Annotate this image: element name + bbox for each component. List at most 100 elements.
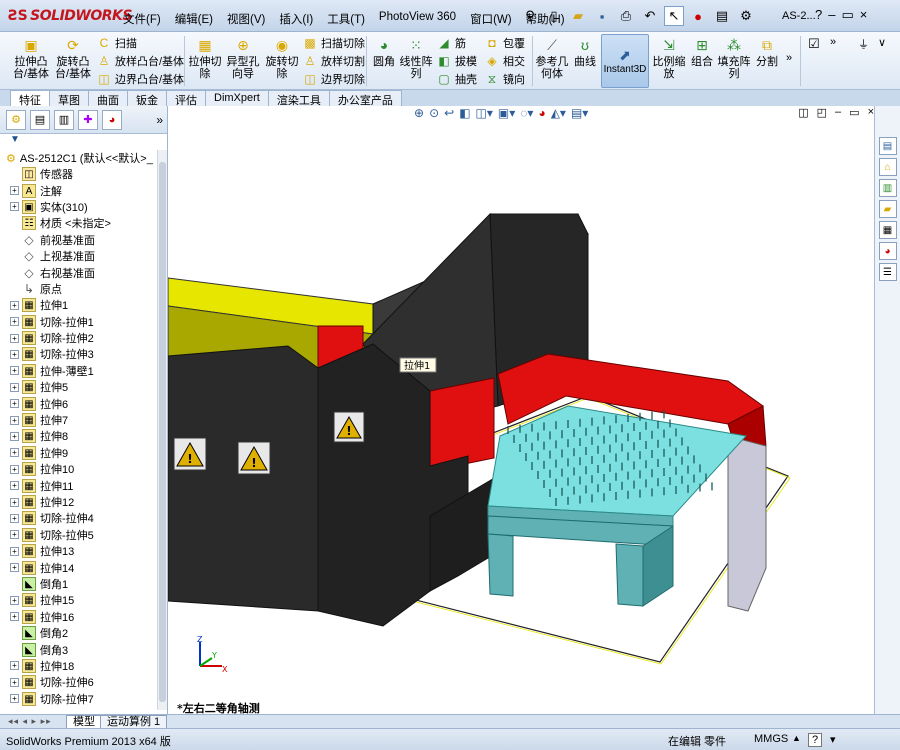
solidworks-logo[interactable]: ƧS SOLIDWORKS <box>8 8 132 24</box>
expand-toggle-icon[interactable]: + <box>10 497 19 507</box>
tree-node[interactable]: + ▦ 拉伸8 <box>0 428 158 444</box>
tree-node[interactable]: ◇ 上视基准面 <box>0 248 158 264</box>
save-icon[interactable]: ▪ <box>592 6 612 26</box>
revolve-cut-button[interactable]: ◉ 旋转切 除 <box>263 36 301 80</box>
tree-node[interactable]: + ▦ 切除-拉伸1 <box>0 314 158 330</box>
filter-funnel-icon[interactable]: ⏚ <box>858 36 869 52</box>
linear-pattern-button[interactable]: ⁙ 线性阵 列 <box>398 36 434 80</box>
pin-icon[interactable]: ⚲ <box>520 6 540 26</box>
new-document-icon[interactable]: ▯ <box>544 6 564 26</box>
fill-pattern-button[interactable]: ⁂ 填充阵 列 <box>716 36 752 80</box>
expand-toggle-icon[interactable]: + <box>10 186 19 196</box>
more-commands-icon[interactable]: » <box>786 52 792 64</box>
expand-toggle-icon[interactable]: + <box>10 382 19 392</box>
menu-view[interactable]: 视图(V) <box>220 9 272 29</box>
menu-edit[interactable]: 编辑(E) <box>168 9 220 29</box>
3d-model[interactable]: ! ! ! 拉伸1 <box>168 106 874 714</box>
menu-tools[interactable]: 工具(T) <box>320 9 372 29</box>
expand-toggle-icon[interactable]: + <box>10 317 19 327</box>
tree-scrollbar[interactable] <box>157 150 167 710</box>
intersect-button[interactable]: ◈ 相交 <box>484 52 525 70</box>
revolve-boss-button[interactable]: ⟳ 旋转凸 台/基体 <box>52 36 94 80</box>
expand-toggle-icon[interactable]: + <box>10 677 19 687</box>
expand-toggle-icon[interactable]: + <box>10 464 19 474</box>
loft-boss-button[interactable]: ♙ 放样凸台/基体 <box>96 52 184 70</box>
tree-node[interactable]: ◣ 倒角3 <box>0 641 158 657</box>
extrude-cut-button[interactable]: ▦ 拉伸切 除 <box>186 36 224 80</box>
lofted-cut-button[interactable]: ♙ 放样切割 <box>302 52 365 70</box>
options-icon[interactable]: ⚙ <box>736 6 756 26</box>
open-folder-icon[interactable]: ▰ <box>568 6 588 26</box>
tree-node[interactable]: + ▦ 切除-拉伸4 <box>0 510 158 526</box>
help-status-icon[interactable]: ? <box>808 733 823 747</box>
instant3d-button[interactable]: ⬈ Instant3D <box>601 34 649 88</box>
tree-node[interactable]: ◣ 倒角2 <box>0 625 158 641</box>
expand-toggle-icon[interactable]: + <box>10 366 19 376</box>
tab-features[interactable]: 特征 <box>10 90 50 107</box>
tab-model[interactable]: 模型 <box>66 715 102 729</box>
tree-node[interactable]: + ▦ 拉伸14 <box>0 559 158 575</box>
help-icon[interactable]: ? <box>815 7 822 23</box>
tree-node[interactable]: ◇ 前视基准面 <box>0 232 158 248</box>
tree-node[interactable]: + ▦ 拉伸6 <box>0 395 158 411</box>
tab-office-products[interactable]: 办公室产品 <box>328 90 402 107</box>
expand-toggle-icon[interactable]: + <box>10 612 19 622</box>
graphics-viewport[interactable]: ⊕ ⊙ ↩ ◧ ◫▾ ▣▾ ◌▾ ◕ ◭▾ ▤▾ ◫ ◰ – ▭ × ! ! !… <box>168 106 874 714</box>
tree-node[interactable]: + ▦ 拉伸12 <box>0 494 158 510</box>
rib-button[interactable]: ◢ 筋 <box>436 34 466 52</box>
draft-button[interactable]: ◧ 拔模 <box>436 52 477 70</box>
swept-cut-button[interactable]: ▩ 扫描切除 <box>302 34 365 52</box>
view-palette-icon[interactable]: ▦ <box>878 221 897 239</box>
expand-toggle-icon[interactable]: + <box>10 481 19 491</box>
reference-geometry-button[interactable]: ⟋ 参考几 何体 <box>534 36 570 80</box>
extrude-boss-button[interactable]: ▣ 拉伸凸 台/基体 <box>10 36 52 80</box>
tree-node[interactable]: + ▦ 切除-拉伸7 <box>0 691 158 707</box>
expand-toggle-icon[interactable]: + <box>10 399 19 409</box>
split-button[interactable]: ⧉ 分割 <box>754 36 780 68</box>
tree-node[interactable]: + ▦ 切除-拉伸2 <box>0 330 158 346</box>
window-restore-icon[interactable]: ▭ <box>841 7 853 23</box>
window-close-icon[interactable]: × <box>860 7 868 23</box>
select-arrow-icon[interactable]: ↖ <box>664 6 684 26</box>
file-properties-icon[interactable]: ▤ <box>712 6 732 26</box>
tree-node[interactable]: ◫ 传感器 <box>0 166 158 182</box>
tab-sketch[interactable]: 草图 <box>49 90 89 107</box>
file-explorer-icon[interactable]: ▰ <box>878 200 897 218</box>
expand-toggle-icon[interactable]: + <box>10 661 19 671</box>
feature-manager-tab-icon[interactable]: ⚙ <box>6 109 26 130</box>
property-manager-tab-icon[interactable]: ▤ <box>30 109 50 130</box>
collapse-toolbar-icon[interactable]: ∨ <box>878 36 886 49</box>
tree-node[interactable]: + ▦ 拉伸11 <box>0 477 158 493</box>
more-addins-icon[interactable]: » <box>830 36 836 48</box>
tree-node[interactable]: + ▦ 拉伸10 <box>0 461 158 477</box>
fillet-button[interactable]: ◕ 圆角 <box>370 36 398 68</box>
tab-navigation-arrows-icon[interactable]: ◂◂ ◂ ▸ ▸▸ <box>8 716 52 727</box>
expand-toggle-icon[interactable]: + <box>10 546 19 556</box>
tree-node[interactable]: + ▦ 拉伸13 <box>0 543 158 559</box>
tab-surfaces[interactable]: 曲面 <box>88 90 128 107</box>
tree-node[interactable]: + ▦ 拉伸18 <box>0 658 158 674</box>
expand-toggle-icon[interactable]: + <box>10 415 19 425</box>
filter-icon[interactable]: ▼ <box>0 134 167 148</box>
tab-dimxpert[interactable]: DimXpert <box>205 90 269 106</box>
custom-properties-icon[interactable]: ☰ <box>878 263 897 281</box>
tree-node[interactable]: + ▦ 拉伸1 <box>0 297 158 313</box>
tree-node[interactable]: ☷ 材质 <未指定> <box>0 215 158 231</box>
expand-toggle-icon[interactable]: + <box>10 513 19 523</box>
tree-node[interactable]: + A 注解 <box>0 182 158 198</box>
display-manager-tab-icon[interactable]: ◕ <box>102 109 122 130</box>
tree-node[interactable]: + ▦ 切除-拉伸3 <box>0 346 158 362</box>
status-units[interactable]: MMGS <box>754 733 788 745</box>
hole-wizard-button[interactable]: ⊕ 异型孔 向导 <box>225 36 261 80</box>
configuration-manager-tab-icon[interactable]: ▥ <box>54 109 74 130</box>
home-icon[interactable]: ⌂ <box>878 158 897 176</box>
expand-toggle-icon[interactable]: + <box>10 530 19 540</box>
expand-toggle-icon[interactable]: + <box>10 448 19 458</box>
tree-node[interactable]: ◣ 倒角1 <box>0 576 158 592</box>
tab-motion-study[interactable]: 运动算例 1 <box>100 715 168 729</box>
print-icon[interactable]: ⎙ <box>616 6 636 26</box>
tree-node[interactable]: ↳ 原点 <box>0 281 158 297</box>
wrap-button[interactable]: ◘ 包覆 <box>484 34 525 52</box>
solidworks-resources-icon[interactable]: ▤ <box>878 137 897 155</box>
scrollbar-thumb[interactable] <box>159 162 166 702</box>
